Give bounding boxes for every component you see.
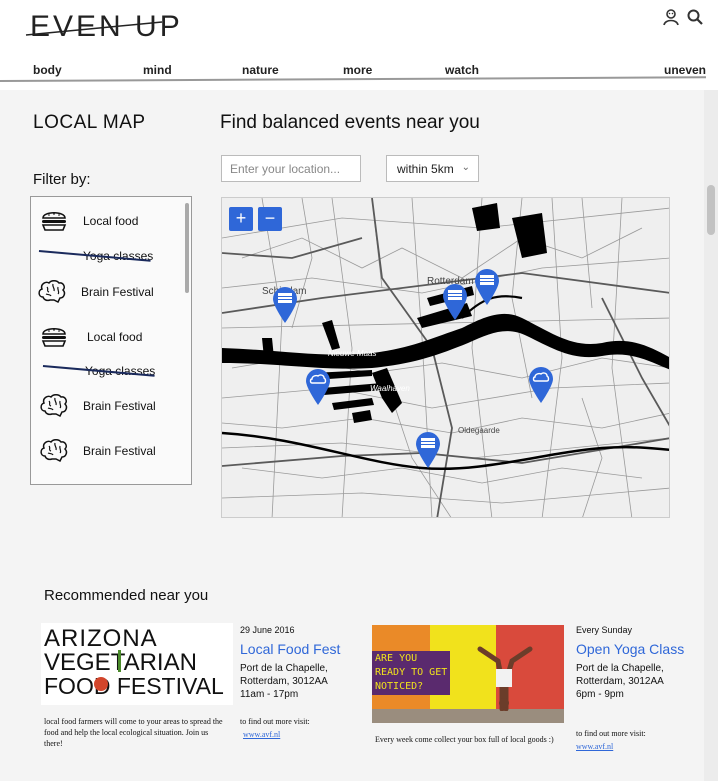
event-time: 6pm - 9pm bbox=[576, 689, 624, 700]
map-label-oldegaarde: Oldegaarde bbox=[458, 426, 500, 435]
search-icon[interactable] bbox=[686, 8, 704, 26]
burger-icon bbox=[41, 327, 67, 347]
map-label-waalhaven: Waalhaven bbox=[370, 384, 410, 393]
local-map-title: LOCAL MAP bbox=[33, 112, 146, 133]
event-address: Port de la Chapelle, Rotterdam, 3012AA 6… bbox=[576, 662, 664, 701]
zoom-out-button[interactable]: − bbox=[258, 207, 282, 231]
nav-watch[interactable]: watch bbox=[445, 63, 479, 77]
map-pin-icon[interactable] bbox=[442, 283, 468, 321]
map-pin-icon[interactable] bbox=[415, 431, 441, 469]
image-floor bbox=[372, 709, 564, 723]
image-caption-line: NOTICED? bbox=[375, 681, 424, 692]
more-info-text: to find out more visit: bbox=[576, 729, 646, 738]
event-address-line: Rotterdam, 3012AA bbox=[240, 676, 328, 687]
page-scrollbar[interactable] bbox=[704, 90, 718, 781]
find-events-heading: Find balanced events near you bbox=[220, 112, 480, 133]
map-pin-icon[interactable] bbox=[305, 368, 331, 406]
event-more-info: to find out more visit: www.avf.nl bbox=[240, 716, 310, 740]
events-map[interactable]: + − Schiedam Rotterdam Nieuwe Maas Waalh… bbox=[221, 197, 670, 518]
filter-item-local-food[interactable]: Local food bbox=[39, 208, 138, 234]
filter-item-label: Brain Festival bbox=[81, 285, 154, 299]
recommended-title: Recommended near you bbox=[44, 587, 209, 604]
event-image-text: FOOD FESTIVAL bbox=[44, 673, 224, 699]
zoom-in-button[interactable]: + bbox=[229, 207, 253, 231]
nav-body[interactable]: body bbox=[33, 63, 62, 77]
site-header: EVEN UP body mind nature more watch unev… bbox=[0, 0, 718, 90]
image-caption: ARE YOU READY TO GET NOTICED? bbox=[372, 651, 451, 695]
nav-more[interactable]: more bbox=[343, 63, 372, 77]
event-link[interactable]: www.avf.nl bbox=[243, 729, 310, 740]
radius-select[interactable]: within 5km ⌄ bbox=[386, 155, 479, 182]
filter-item-brain-festival[interactable]: Brain Festival bbox=[39, 393, 156, 419]
user-icon[interactable] bbox=[662, 8, 680, 26]
nav-nature[interactable]: nature bbox=[242, 63, 279, 77]
event-description: local food farmers will come to your are… bbox=[44, 717, 223, 748]
map-pin-icon[interactable] bbox=[528, 366, 554, 404]
yoga-figure-icon bbox=[477, 646, 533, 711]
filter-item-label: Local food bbox=[83, 214, 139, 228]
event-title[interactable]: Open Yoga Class bbox=[576, 641, 684, 657]
event-address-line: Port de la Chapelle, bbox=[240, 663, 328, 674]
filter-item-brain-festival[interactable]: Brain Festival bbox=[37, 279, 154, 305]
filter-item-brain-festival[interactable]: Brain Festival bbox=[39, 438, 156, 464]
nav-uneven[interactable]: uneven bbox=[664, 63, 706, 77]
event-date: 29 June 2016 bbox=[240, 625, 295, 635]
filter-list: Local food Yoga classes Brain Festival L… bbox=[30, 196, 192, 485]
page-scrollbar-thumb[interactable] bbox=[707, 185, 715, 235]
filter-item-label: Local food bbox=[87, 330, 143, 344]
event-image-food-festival[interactable]: ARIZONA VEGETARIAN FOOD FESTIVAL bbox=[41, 623, 233, 705]
event-description: Every week come collect your box full of… bbox=[375, 735, 554, 744]
burger-icon bbox=[41, 211, 67, 231]
event-image-yoga[interactable]: ARE YOU READY TO GET NOTICED? bbox=[372, 625, 564, 723]
brain-icon bbox=[40, 394, 68, 418]
event-link[interactable]: www.avf.nl bbox=[576, 741, 646, 752]
image-caption-line: READY TO GET bbox=[375, 667, 448, 678]
filter-item-label: Brain Festival bbox=[83, 444, 156, 458]
filter-item-label: Brain Festival bbox=[83, 399, 156, 413]
map-pin-icon[interactable] bbox=[272, 286, 298, 324]
map-pin-icon[interactable] bbox=[474, 268, 500, 306]
more-info-text: to find out more visit: bbox=[240, 717, 310, 726]
logo-strike-decoration bbox=[25, 21, 163, 36]
event-more-info: to find out more visit: www.avf.nl bbox=[576, 728, 646, 752]
filter-list-scrollbar[interactable] bbox=[185, 203, 189, 293]
tomato-icon bbox=[94, 677, 108, 691]
filter-item-local-food[interactable]: Local food bbox=[39, 324, 142, 350]
nav-mind[interactable]: mind bbox=[143, 63, 172, 77]
brain-icon bbox=[38, 280, 66, 304]
filter-title: Filter by: bbox=[33, 171, 91, 188]
radius-select-value: within 5km bbox=[397, 162, 454, 176]
image-caption-line: ARE YOU bbox=[375, 653, 418, 664]
brain-icon bbox=[40, 439, 68, 463]
event-address-line: Rotterdam, 3012AA bbox=[576, 676, 664, 687]
event-title[interactable]: Local Food Fest bbox=[240, 641, 340, 657]
event-date: Every Sunday bbox=[576, 625, 633, 635]
header-icons bbox=[662, 8, 704, 26]
event-address-line: Port de la Chapelle, bbox=[576, 663, 664, 674]
event-address: Port de la Chapelle, Rotterdam, 3012AA 1… bbox=[240, 662, 328, 701]
carrot-leaf-decoration bbox=[118, 650, 121, 672]
map-base-layer bbox=[222, 198, 669, 517]
event-time: 11am - 17pm bbox=[240, 689, 299, 700]
map-label-nieuwe-maas: Nieuwe Maas bbox=[328, 349, 377, 358]
chevron-down-icon: ⌄ bbox=[461, 162, 470, 173]
location-input[interactable] bbox=[221, 155, 361, 182]
